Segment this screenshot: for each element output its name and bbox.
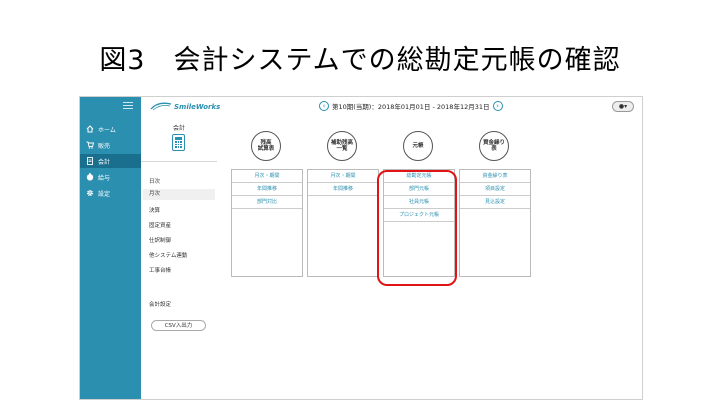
app-logo[interactable]: SmileWorks	[150, 102, 220, 111]
subnav-item-integration[interactable]: 他システム連動	[149, 251, 187, 259]
sidebar-item-accounting[interactable]: 会計	[80, 154, 141, 168]
logo-swoosh-icon	[150, 102, 172, 111]
logo-text: SmileWorks	[174, 102, 221, 111]
period-selector: ‹ 第10期(当期)：2018年01月01日 - 2018年12月31日 ›	[316, 101, 506, 111]
menu-link[interactable]: 部門対比	[232, 196, 302, 209]
divider	[141, 161, 217, 162]
column-heading[interactable]: 補助残高 一覧	[327, 131, 357, 161]
sidebar-item-label: 設定	[98, 190, 111, 198]
column-heading[interactable]: 元帳	[403, 131, 433, 161]
sidebar-item-settings[interactable]: 設定	[80, 186, 141, 200]
column-box: 月次・期間 年間推移	[307, 169, 379, 277]
subnav-item-fixed-assets[interactable]: 固定資産	[149, 221, 171, 229]
menu-link[interactable]: 月次・期間	[308, 170, 378, 183]
column-title: 残高 試算表	[257, 139, 275, 152]
hamburger-menu-icon[interactable]	[123, 102, 133, 110]
subnav-item-closing[interactable]: 決算	[149, 206, 160, 214]
subnav-item-daily[interactable]: 日次	[149, 177, 160, 185]
menu-link[interactable]: 見込設定	[460, 196, 530, 209]
slide-title: 図3 会計システムでの総勘定元帳の確認	[99, 45, 621, 76]
menu-link[interactable]: 月次・期間	[232, 170, 302, 183]
cart-icon	[86, 141, 94, 149]
sidebar-item-label: 販売	[98, 142, 111, 150]
sidebar-item-payroll[interactable]: 給与	[80, 170, 141, 184]
column-heading[interactable]: 残高 試算表	[251, 131, 281, 161]
csv-io-button[interactable]: CSV入出力	[151, 320, 206, 331]
user-menu-button[interactable]: ●▾	[612, 101, 634, 112]
menu-link[interactable]: 資金繰り表	[460, 170, 530, 183]
column-box: 資金繰り表 項目設定 見込設定	[459, 169, 531, 277]
subnav-item-accounting-settings[interactable]: 会計設定	[149, 300, 171, 308]
app-window: ホーム 販売 会計 給与 設定 SmileWorks ‹ 第10期(当期)：20…	[79, 96, 643, 400]
user-icon: ●▾	[618, 103, 628, 110]
coin-icon	[86, 173, 94, 181]
home-icon	[86, 125, 94, 133]
subnav-item-construction-ledger[interactable]: 工事台帳	[149, 266, 171, 274]
period-label: 第10期(当期)：2018年01月01日 - 2018年12月31日	[332, 103, 490, 111]
column-title: 資金繰り 表	[482, 139, 505, 152]
sidebar-item-home[interactable]: ホーム	[80, 122, 141, 136]
next-period-icon[interactable]: ›	[492, 101, 503, 111]
subnav-item-monthly[interactable]: 月次	[143, 189, 215, 200]
prev-period-icon[interactable]: ‹	[319, 101, 329, 111]
sub-navigation: 会計 日次 月次 決算 固定資産 仕訳制御 他システム連動 工事台帳 会計設定 …	[141, 117, 218, 399]
sidebar-item-label: 会計	[98, 158, 111, 166]
menu-link[interactable]: 年間推移	[232, 183, 302, 196]
top-bar: SmileWorks ‹ 第10期(当期)：2018年01月01日 - 2018…	[141, 97, 642, 118]
column-title: 補助残高 一覧	[330, 139, 353, 152]
column-title: 元帳	[412, 142, 424, 149]
subnav-heading: 会計	[172, 125, 185, 132]
menu-link[interactable]: 項目設定	[460, 183, 530, 196]
sidebar-item-sales[interactable]: 販売	[80, 138, 141, 152]
sidebar: ホーム 販売 会計 給与 設定	[80, 97, 141, 399]
subnav-item-journal-control[interactable]: 仕訳制御	[149, 236, 171, 244]
gear-icon	[86, 189, 94, 197]
column-heading[interactable]: 資金繰り 表	[479, 131, 509, 161]
menu-link[interactable]: 年間推移	[308, 183, 378, 196]
sidebar-item-label: 給与	[98, 174, 111, 182]
highlight-annotation	[377, 170, 457, 286]
document-icon	[86, 157, 94, 165]
sidebar-item-label: ホーム	[98, 126, 116, 134]
column-box: 月次・期間 年間推移 部門対比	[231, 169, 303, 277]
calculator-icon	[172, 134, 185, 151]
